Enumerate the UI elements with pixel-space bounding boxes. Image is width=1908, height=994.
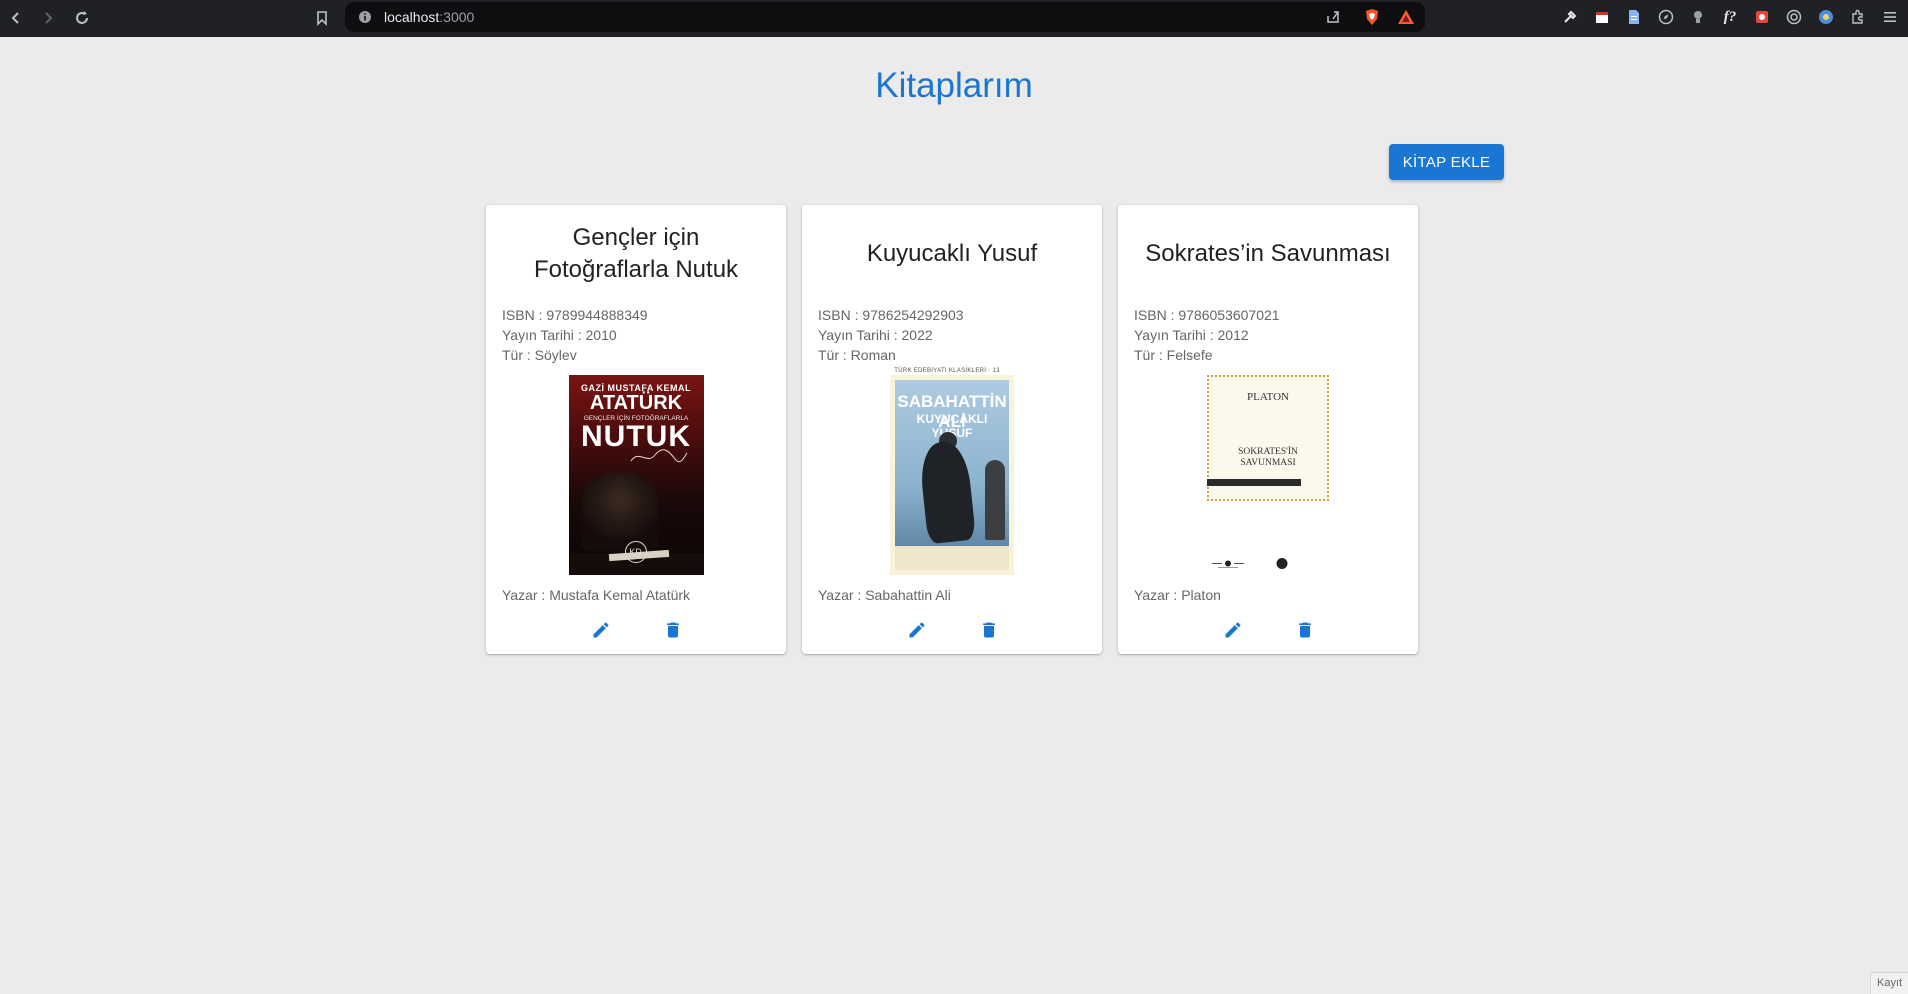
cover-series-text: TÜRK EDEBİYATI KLASİKLERİ · 13 <box>894 368 1000 374</box>
trash-icon <box>983 622 995 638</box>
cover-text: ATATÜRK <box>589 392 683 414</box>
book-genre: Tür : Söylev <box>502 347 577 363</box>
compass-extension-icon[interactable] <box>1656 7 1676 27</box>
book-card: Gençler için Fotoğraflarla Nutuk ISBN : … <box>486 205 786 654</box>
book-title: Gençler için Fotoğraflarla Nutuk <box>533 224 739 283</box>
book-author: Yazar : Mustafa Kemal Atatürk <box>502 587 691 603</box>
book-genre: Tür : Felsefe <box>1134 347 1213 363</box>
edit-button[interactable] <box>1218 615 1248 645</box>
cover-text: SAVUNMASI <box>1240 458 1296 468</box>
share-icon[interactable] <box>1323 7 1343 27</box>
cover-band-graphic <box>1207 479 1301 486</box>
cover-art: SABAHATTİN ALİ KUYUCAKLI YUSUF <box>895 380 1009 570</box>
back-arrow-icon <box>11 12 19 24</box>
delete-button[interactable] <box>974 615 1004 645</box>
ground-graphic <box>895 546 1009 570</box>
book-isbn: ISBN : 9786053607021 <box>1134 307 1280 323</box>
bulb-extension-icon[interactable] <box>1688 7 1708 27</box>
delete-button[interactable] <box>1290 615 1320 645</box>
book-publish-date: Yayın Tarihi : 2012 <box>1134 327 1249 343</box>
page-title: Kitaplarım <box>875 66 1033 105</box>
portrait-graphic <box>580 473 659 551</box>
cover-text: PLATON <box>1247 391 1289 403</box>
cover-image-nutuk: GAZİ MUSTAFA KEMAL ATATÜRK GENÇLER İÇİN … <box>568 375 704 575</box>
eyedropper-extension-icon[interactable] <box>1560 7 1580 27</box>
book-cover: SABAHATTİN ALİ KUYUCAKLI YUSUF TÜRK EDEB… <box>852 368 1052 577</box>
book-title: Kuyucaklı Yusuf <box>866 240 1038 267</box>
book-isbn: ISBN : 9786254292903 <box>818 307 964 323</box>
forward-arrow-icon <box>45 12 53 24</box>
target-extension-icon[interactable] <box>1784 7 1804 27</box>
trash-icon <box>1299 622 1311 638</box>
book-genre: Tür : Roman <box>818 347 896 363</box>
cover-image-sokrates: PLATON SOKRATES'İN SAVUNMASI <box>1207 375 1329 501</box>
cover-image-kuyucakli-yusuf: SABAHATTİN ALİ KUYUCAKLI YUSUF TÜRK EDEB… <box>890 368 1014 575</box>
reload-button[interactable] <box>70 6 94 30</box>
book-publish-date: Yayın Tarihi : 2010 <box>502 327 617 343</box>
edit-button[interactable] <box>902 615 932 645</box>
book-author: Yazar : Platon <box>1134 587 1221 603</box>
site-info-icon[interactable] <box>355 7 375 27</box>
pencil-icon <box>593 622 609 638</box>
tree-graphic <box>985 460 1005 540</box>
blue-circle-extension-icon[interactable] <box>1816 7 1836 27</box>
pencil-icon <box>909 622 925 638</box>
book-title: Sokrates’in Savunması <box>1145 240 1391 267</box>
address-bar[interactable]: localhost:3000 <box>345 2 1425 32</box>
browser-toolbar: localhost:3000 f? <box>0 0 1908 37</box>
url-port: :3000 <box>439 9 475 25</box>
forward-button[interactable] <box>36 6 60 30</box>
brave-shield-icon[interactable] <box>1362 7 1382 27</box>
book-author: Yazar : Sabahattin Ali <box>818 587 951 603</box>
calendar-extension-icon[interactable] <box>1592 7 1612 27</box>
function-extension-icon[interactable]: f? <box>1720 7 1740 27</box>
book-card: Sokrates’in Savunması ISBN : 97860536070… <box>1118 205 1418 654</box>
back-button[interactable] <box>4 6 28 30</box>
url-host: localhost <box>384 9 440 25</box>
publisher-logo: KD <box>624 541 647 563</box>
docs-extension-icon[interactable] <box>1624 7 1644 27</box>
extensions-puzzle-icon[interactable] <box>1848 7 1868 27</box>
figure-graphic <box>917 439 977 545</box>
book-cover: PLATON SOKRATES'İN SAVUNMASI <box>1168 375 1368 577</box>
book-cover: GAZİ MUSTAFA KEMAL ATATÜRK GENÇLER İÇİN … <box>536 375 736 577</box>
rewards-icon[interactable] <box>1396 7 1416 27</box>
publisher-logos-graphic <box>1212 558 1288 569</box>
cover-title-block: SOKRATES'İN SAVUNMASI <box>1209 447 1327 469</box>
trash-icon <box>667 622 679 638</box>
url-text: localhost:3000 <box>384 9 474 25</box>
bookmark-button[interactable] <box>310 6 334 30</box>
reload-icon <box>76 11 88 24</box>
menu-icon[interactable] <box>1880 7 1900 27</box>
book-isbn: ISBN : 9789944888349 <box>502 307 648 323</box>
status-corner-label: Kayıt <box>1870 972 1908 994</box>
signature-graphic <box>630 449 687 463</box>
edit-button[interactable] <box>586 615 616 645</box>
cover-text: SOKRATES'İN <box>1238 447 1298 457</box>
puzzle-red-extension-icon[interactable] <box>1752 7 1772 27</box>
delete-button[interactable] <box>658 615 688 645</box>
book-card: Kuyucaklı Yusuf ISBN : 9786254292903 Yay… <box>802 205 1102 654</box>
add-book-button[interactable]: KİTAP EKLE <box>1389 144 1504 180</box>
bookmark-icon <box>317 11 327 26</box>
pencil-icon <box>1225 622 1241 638</box>
book-publish-date: Yayın Tarihi : 2022 <box>818 327 933 343</box>
